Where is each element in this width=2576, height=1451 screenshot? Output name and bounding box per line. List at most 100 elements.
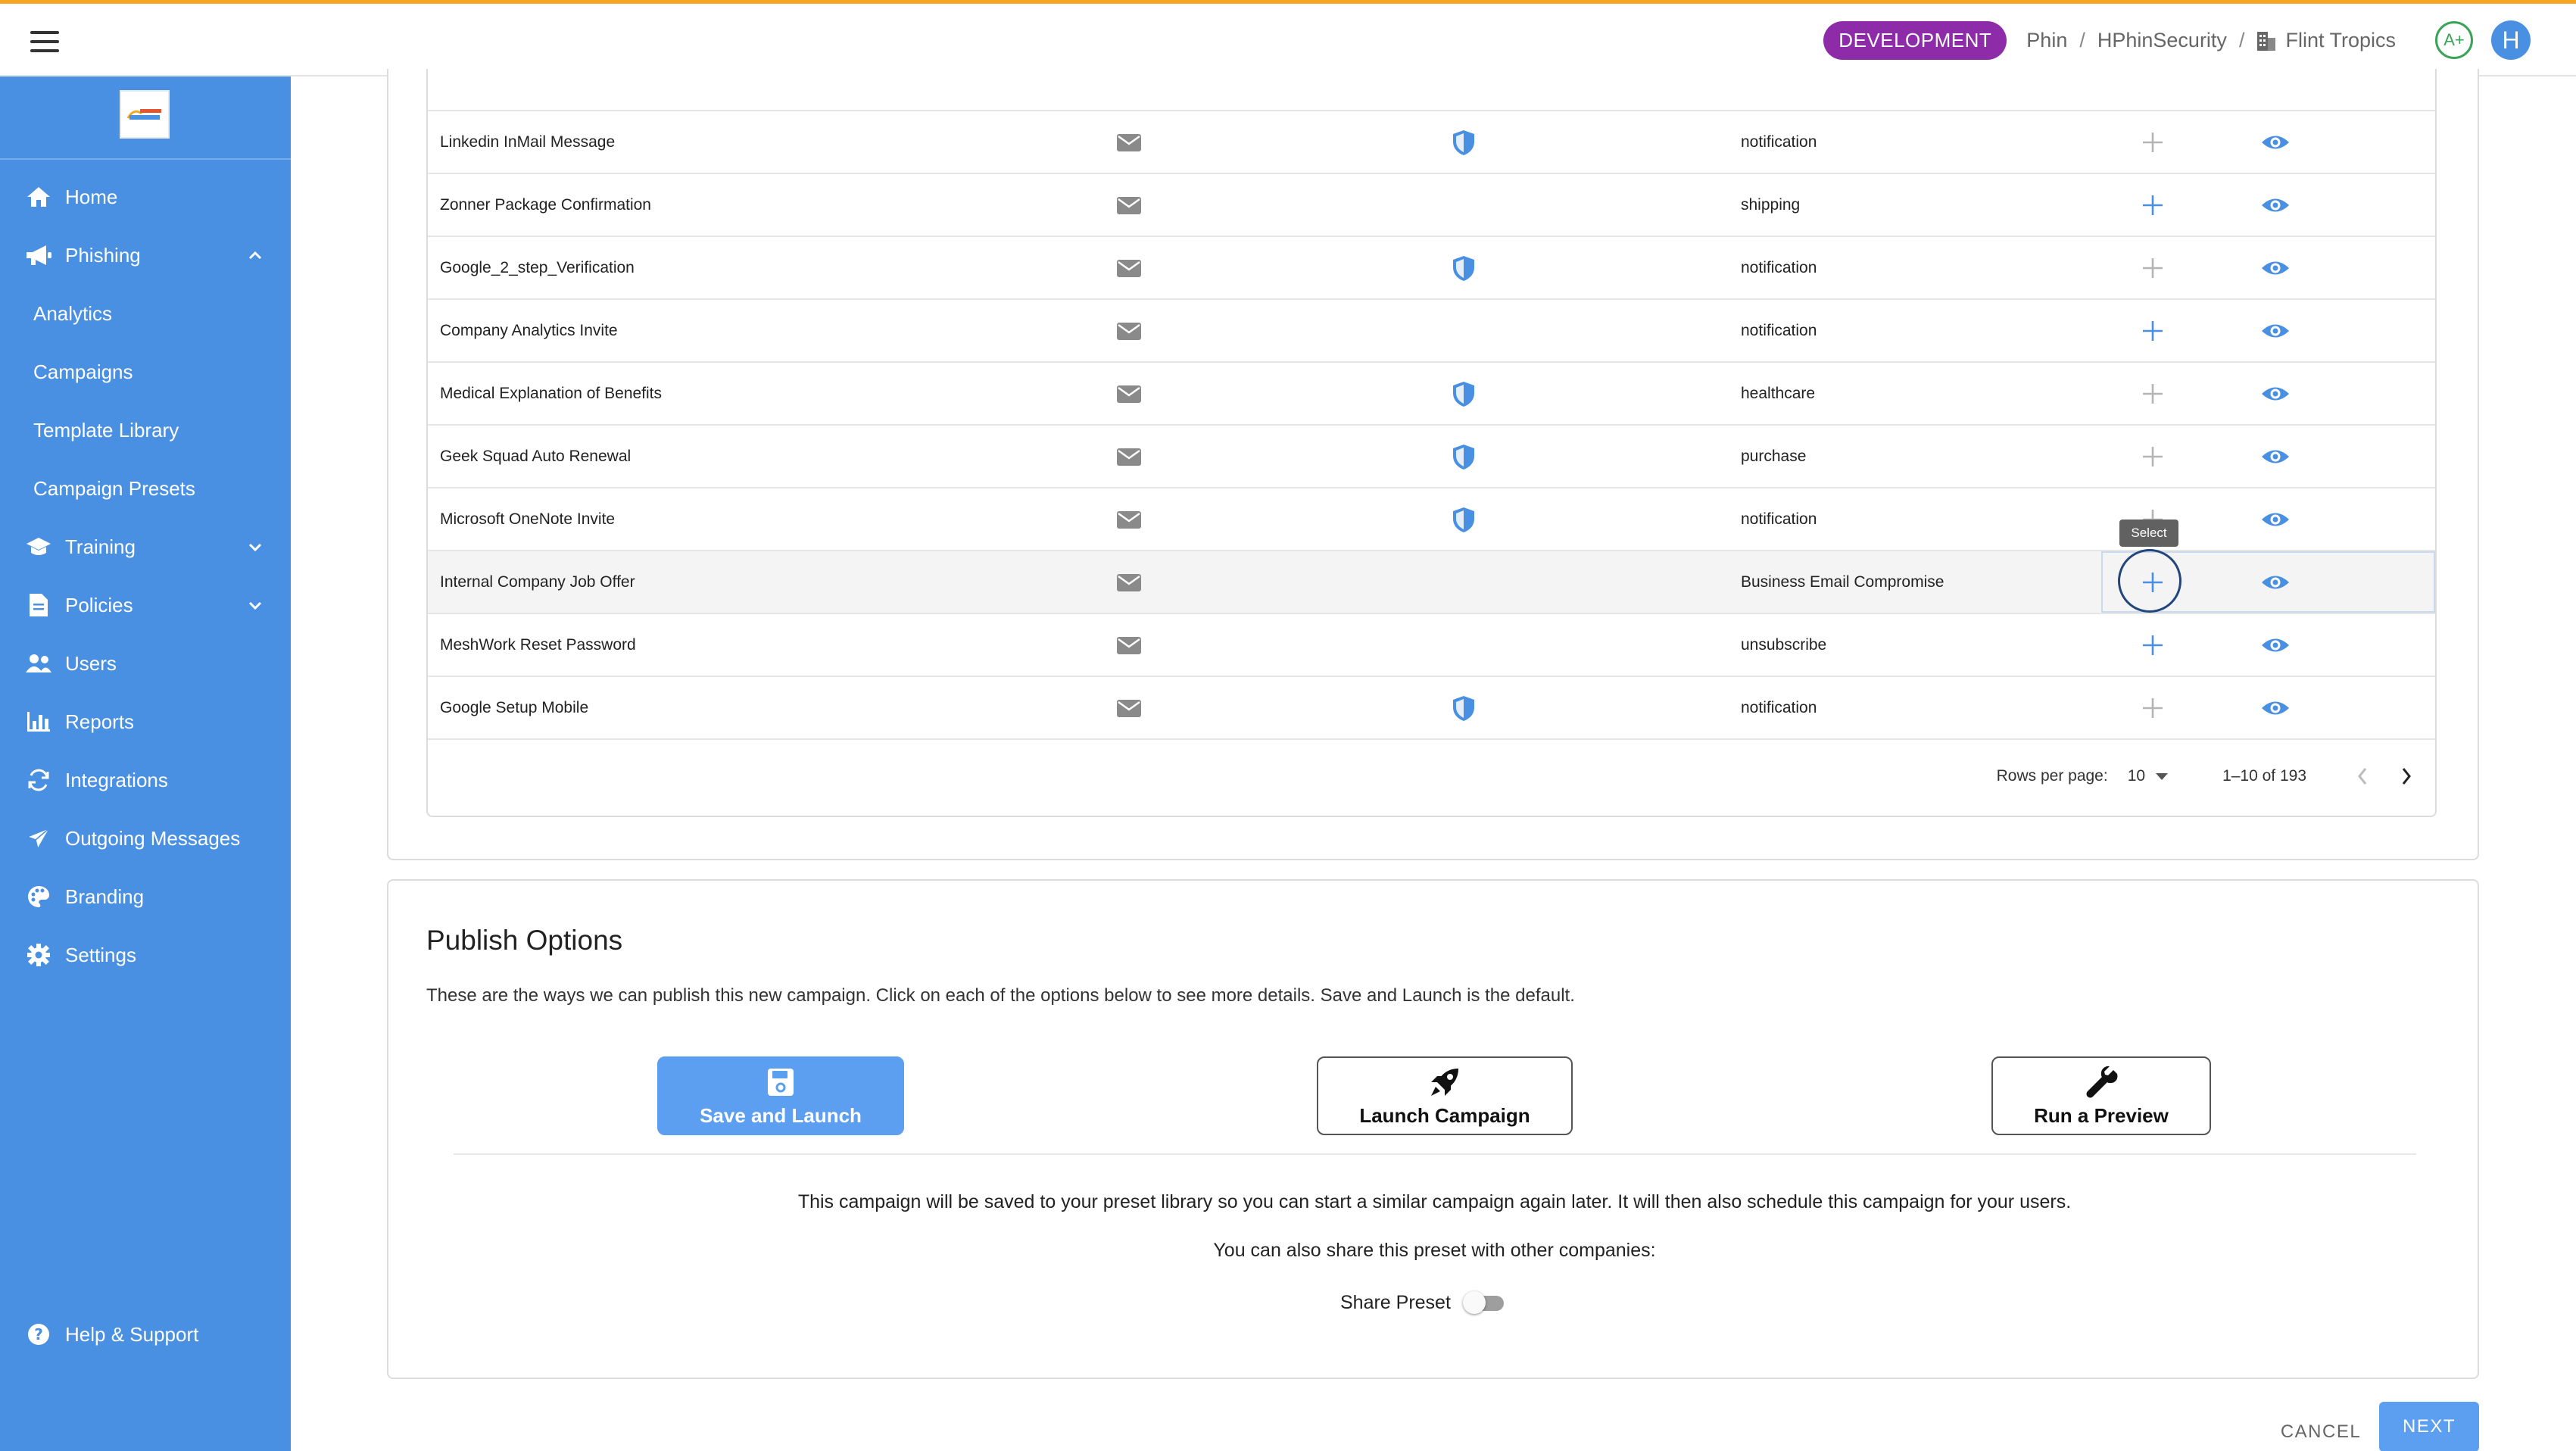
- sidebar-item-campaign-presets[interactable]: Campaign Presets: [0, 462, 291, 515]
- next-button[interactable]: NEXT: [2379, 1402, 2479, 1451]
- toggle-knob: [1462, 1291, 1486, 1314]
- cancel-button[interactable]: CANCEL: [2272, 1409, 2370, 1451]
- chevron-up-icon[interactable]: [247, 247, 264, 264]
- sidebar-item-campaigns[interactable]: Campaigns: [0, 345, 291, 398]
- sidebar-item-integrations[interactable]: Integrations: [0, 754, 291, 807]
- palette-icon: [24, 882, 53, 911]
- select-template-button[interactable]: [2138, 174, 2168, 236]
- rows-per-page-label: Rows per page:: [1996, 767, 2108, 785]
- sidebar-item-label: Integrations: [65, 768, 168, 791]
- template-category: notification: [1741, 510, 1817, 528]
- select-template-button[interactable]: [2138, 237, 2168, 298]
- sidebar-item-label: Help & Support: [65, 1322, 199, 1346]
- preview-template-button[interactable]: [2259, 174, 2292, 236]
- sidebar-item-label: Policies: [65, 593, 133, 616]
- table-row[interactable]: Google Setup Mobile notification: [428, 677, 2435, 740]
- preview-template-button[interactable]: [2259, 614, 2292, 676]
- preview-template-button[interactable]: [2259, 488, 2292, 550]
- graduation-cap-icon: [24, 532, 53, 561]
- launch-campaign-button[interactable]: Launch Campaign: [1317, 1056, 1573, 1135]
- sidebar-item-label: Training: [65, 535, 136, 558]
- template-name: Google Setup Mobile: [440, 698, 589, 716]
- sidebar-item-template-library[interactable]: Template Library: [0, 404, 291, 457]
- eye-icon: [2260, 321, 2291, 341]
- template-category: healthcare: [1741, 384, 1816, 402]
- sidebar-item-label: Settings: [65, 943, 136, 966]
- email-icon: [1115, 363, 1143, 424]
- sidebar-item-settings[interactable]: Settings: [0, 928, 291, 981]
- sidebar-item-label: Outgoing Messages: [65, 826, 241, 850]
- table-row[interactable]: Zonner Package Confirmation shipping: [428, 174, 2435, 237]
- share-preset-toggle[interactable]: [1462, 1290, 1507, 1315]
- user-avatar[interactable]: H: [2491, 20, 2531, 60]
- rocket-icon: [1427, 1065, 1462, 1100]
- sidebar-item-branding[interactable]: Branding: [0, 870, 291, 923]
- chevron-down-icon[interactable]: [247, 538, 264, 555]
- template-category: Business Email Compromise: [1741, 573, 1944, 591]
- sidebar-item-training[interactable]: Training: [0, 520, 291, 573]
- preview-template-button[interactable]: [2259, 111, 2292, 173]
- publish-divider: [454, 1153, 2416, 1155]
- table-row[interactable]: Internal Company Job Offer Business Email…: [428, 520, 2435, 614]
- focus-ring: [2118, 549, 2181, 613]
- sidebar-item-outgoing-messages[interactable]: Outgoing Messages: [0, 812, 291, 865]
- save-and-launch-button[interactable]: Save and Launch: [657, 1056, 904, 1135]
- sidebar-item-users[interactable]: Users: [0, 637, 291, 690]
- template-category: notification: [1741, 133, 1817, 151]
- preview-template-button[interactable]: [2259, 237, 2292, 298]
- template-table-card: Linkedin InMail Message notification Zonne…: [387, 69, 2479, 860]
- publish-options-description: These are the ways we can publish this n…: [426, 985, 1575, 1006]
- select-template-button[interactable]: [2138, 426, 2168, 487]
- chevron-down-icon[interactable]: [247, 597, 264, 613]
- sidebar: Home Phishing Analytics Campaigns Templa…: [0, 76, 291, 1451]
- plus-icon: [2141, 382, 2164, 405]
- main-content: Linkedin InMail Message notification Zonne…: [291, 69, 2576, 1451]
- select-template-button[interactable]: [2138, 614, 2168, 676]
- email-icon: [1115, 677, 1143, 738]
- preview-template-button[interactable]: [2259, 363, 2292, 424]
- preview-template-button[interactable]: [2259, 551, 2292, 613]
- preview-template-button[interactable]: [2259, 426, 2292, 487]
- preview-template-button[interactable]: [2259, 677, 2292, 738]
- rows-per-page-select[interactable]: 10: [2128, 767, 2169, 785]
- select-template-button[interactable]: [2138, 111, 2168, 173]
- security-grade-badge[interactable]: A+: [2435, 21, 2473, 59]
- table-row[interactable]: Medical Explanation of Benefits healthcar…: [428, 363, 2435, 426]
- email-icon: [1115, 174, 1143, 236]
- template-name: Company Analytics Invite: [440, 321, 618, 339]
- save-and-launch-label: Save and Launch: [700, 1103, 862, 1127]
- select-template-button[interactable]: [2138, 677, 2168, 738]
- next-page-button[interactable]: [2391, 761, 2422, 791]
- pagination-range: 1–10 of 193: [2222, 767, 2306, 785]
- run-a-preview-label: Run a Preview: [2034, 1103, 2169, 1127]
- table-row[interactable]: Google_2_step_Verification notification: [428, 237, 2435, 300]
- menu-icon[interactable]: [30, 31, 59, 52]
- company-logo-image: [123, 105, 166, 124]
- sidebar-item-policies[interactable]: Policies: [0, 579, 291, 632]
- sidebar-item-label: Reports: [65, 710, 135, 733]
- shield-icon: [1452, 111, 1479, 173]
- select-template-button[interactable]: [2138, 363, 2168, 424]
- share-preset-hint: You can also share this preset with othe…: [1213, 1240, 1656, 1261]
- publish-options-card: Publish Options These are the ways we ca…: [387, 879, 2479, 1379]
- table-row[interactable]: Geek Squad Auto Renewal purchase: [428, 426, 2435, 488]
- sidebar-item-analytics[interactable]: Analytics: [0, 287, 291, 340]
- sidebar-item-reports[interactable]: Reports: [0, 695, 291, 748]
- previous-page-button[interactable]: [2347, 761, 2378, 791]
- sidebar-item-home[interactable]: Home: [0, 170, 291, 223]
- table-row[interactable]: Linkedin InMail Message notification: [428, 111, 2435, 174]
- paper-plane-icon: [24, 824, 53, 853]
- sidebar-item-help-support[interactable]: ? Help & Support: [0, 1308, 291, 1361]
- table-row[interactable]: Company Analytics Invite notification: [428, 300, 2435, 363]
- run-a-preview-button[interactable]: Run a Preview: [1991, 1056, 2211, 1135]
- select-tooltip: Select: [2119, 520, 2178, 547]
- preview-template-button[interactable]: [2259, 300, 2292, 361]
- email-icon: [1115, 237, 1143, 298]
- table-row[interactable]: MeshWork Reset Password unsubscribe: [428, 614, 2435, 677]
- select-template-button[interactable]: [2138, 300, 2168, 361]
- sidebar-item-phishing[interactable]: Phishing: [0, 229, 291, 282]
- sidebar-item-label: Home: [65, 185, 118, 208]
- sync-icon: [24, 766, 53, 794]
- email-icon: [1115, 551, 1143, 613]
- sidebar-item-label: Analytics: [33, 301, 113, 325]
